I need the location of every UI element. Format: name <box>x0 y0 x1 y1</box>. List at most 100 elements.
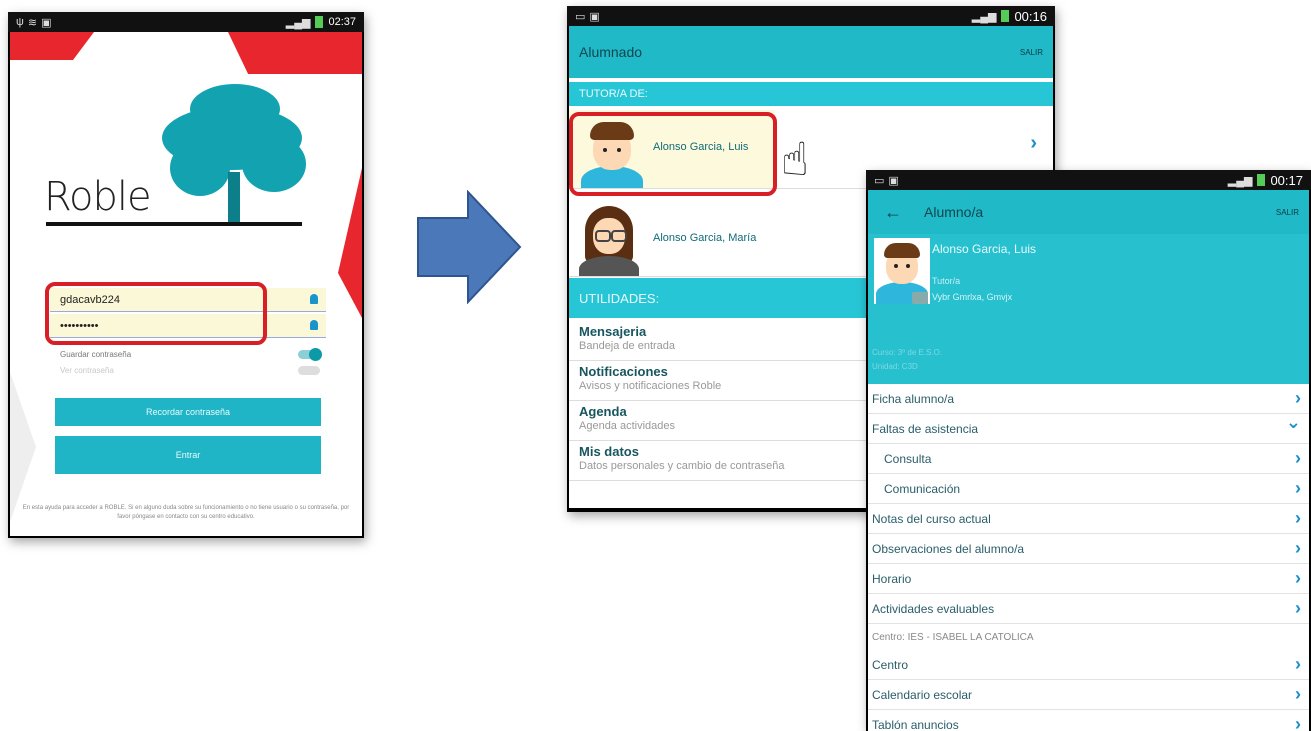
menu-item-centro[interactable]: Centro › <box>868 650 1309 680</box>
red-decor-topright <box>228 32 362 74</box>
utility-title: Agenda <box>579 404 627 419</box>
chevron-right-icon: › <box>1295 684 1301 704</box>
chevron-right-icon: › <box>1030 132 1037 154</box>
chevron-right-icon: › <box>1295 568 1301 588</box>
menu-label: Observaciones del alumno/a <box>872 541 1025 556</box>
menu-item-faltas[interactable]: Faltas de asistencia ⌄ <box>868 412 1309 444</box>
title-underline <box>46 222 302 226</box>
chevron-right-icon: › <box>1295 714 1301 731</box>
menu-item-calendario[interactable]: Calendario escolar › <box>868 680 1309 710</box>
highlight-credentials <box>45 282 267 345</box>
status-bar: ▭ ▣ ▂▄▆ 00:17 <box>866 170 1311 190</box>
signal-icon: ▂▄▆ <box>971 10 997 23</box>
menu-item-horario[interactable]: Horario › <box>868 564 1309 594</box>
menu-label: Notas del curso actual <box>872 511 991 526</box>
menu-item-consulta[interactable]: Consulta › <box>868 444 1309 474</box>
camera-icon[interactable] <box>912 292 928 304</box>
menu-label: Ficha alumno/a <box>872 391 955 406</box>
login-screen: Roble gdacavb224 •••••••••• Guardar cont… <box>10 32 362 536</box>
student-name: Alonso Garcia, Luis <box>932 242 1037 256</box>
menu-item-observaciones[interactable]: Observaciones del alumno/a › <box>868 534 1309 564</box>
battery-icon <box>1257 174 1266 186</box>
arrow-right-icon <box>417 190 522 304</box>
login-button[interactable]: Entrar <box>55 436 321 474</box>
menu-item-comunicacion[interactable]: Comunicación › <box>868 474 1309 504</box>
tutor-label: Tutor/a <box>932 276 961 286</box>
grey-decor-left <box>10 372 36 522</box>
tutor-section-header: TUTOR/A DE: <box>569 82 1053 106</box>
tap-hand-icon: ☝ <box>781 133 810 185</box>
tutor-name: Vybr Gmrlxa, Gmvjx <box>932 292 1013 302</box>
status-time: 00:17 <box>1270 172 1303 188</box>
chevron-right-icon: › <box>1295 448 1301 468</box>
chevron-right-icon: › <box>1295 654 1301 674</box>
show-password-toggle[interactable] <box>298 366 320 375</box>
utility-title: Mis datos <box>579 444 639 459</box>
recover-password-button[interactable]: Recordar contraseña <box>55 398 321 426</box>
menu-label: Consulta <box>884 451 932 466</box>
utility-subtitle: Datos personales y cambio de contraseña <box>579 460 785 472</box>
notification-icon: ▭ <box>575 10 586 23</box>
menu-label: Centro <box>872 657 909 672</box>
menu-label: Comunicación <box>884 481 961 496</box>
status-bar: ▭ ▣ ▂▄▆ 00:16 <box>567 6 1055 26</box>
student-name: Alonso Garcia, María <box>653 232 757 244</box>
avatar-girl <box>577 202 641 276</box>
alumno-phone: ▭ ▣ ▂▄▆ 00:17 ← Alumno/a SALIR Alonso Garc… <box>866 170 1311 731</box>
utility-title: Notificaciones <box>579 364 668 379</box>
logout-button[interactable]: SALIR <box>1020 48 1053 57</box>
status-time: 02:37 <box>328 16 356 28</box>
menu-label: Tablón anuncios <box>872 717 959 731</box>
image-icon: ▭ <box>874 174 885 187</box>
wifi-icon: ≋ <box>27 16 38 29</box>
centro-info: Centro: IES - ISABEL LA CATOLICA <box>872 632 1034 643</box>
chevron-right-icon: › <box>1295 508 1301 528</box>
usb-icon: ψ <box>16 15 24 28</box>
help-footer: En esta ayuda para acceder a ROBLE. Si e… <box>22 505 350 520</box>
show-password-label: Ver contraseña <box>60 366 114 375</box>
course-info: Curso: 3º de E.S.O. <box>872 348 943 357</box>
utility-title: Mensajeria <box>579 324 647 339</box>
red-decor-topleft <box>10 32 94 60</box>
chevron-right-icon: › <box>1295 538 1301 558</box>
utility-subtitle: Avisos y notificaciones Roble <box>579 380 722 392</box>
menu-label: Calendario escolar <box>872 687 973 702</box>
save-password-label: Guardar contraseña <box>60 350 132 359</box>
student-avatar <box>874 238 930 304</box>
app-title: Roble <box>44 174 152 220</box>
chevron-right-icon: › <box>1295 478 1301 498</box>
login-phone: ψ ≋ ▣ ▂▄▆ 02:37 Roble gdacavb224 ••••••••••… <box>8 12 364 538</box>
chevron-right-icon: › <box>1295 388 1301 408</box>
page-title: Alumno/a <box>924 204 984 220</box>
highlight-selected-student <box>569 112 777 196</box>
student-header: Alonso Garcia, Luis Tutor/a Vybr Gmrlxa,… <box>868 234 1309 384</box>
battery-icon <box>1001 10 1010 22</box>
app-bar: Alumnado SALIR <box>569 26 1053 78</box>
image-icon: ▣ <box>41 16 52 29</box>
menu-label: Horario <box>872 571 912 586</box>
status-bar: ψ ≋ ▣ ▂▄▆ 02:37 <box>8 12 364 32</box>
image-icon: ▣ <box>589 10 600 23</box>
utility-subtitle: Agenda actividades <box>579 420 676 432</box>
notification-icon: ▣ <box>888 174 899 187</box>
chevron-down-icon: ⌄ <box>1285 412 1301 432</box>
menu-item-actividades[interactable]: Actividades evaluables › <box>868 594 1309 624</box>
page-title: Alumnado <box>579 44 643 60</box>
unit-info: Unidad: C3D <box>872 362 918 371</box>
status-time: 00:16 <box>1014 8 1047 24</box>
menu-item-notas[interactable]: Notas del curso actual › <box>868 504 1309 534</box>
app-bar: ← Alumno/a SALIR <box>868 190 1309 234</box>
alumno-screen: ← Alumno/a SALIR Alonso Garcia, Luis Tut… <box>868 190 1309 731</box>
menu-item-ficha[interactable]: Ficha alumno/a › <box>868 384 1309 414</box>
logout-button[interactable]: SALIR <box>1276 208 1309 217</box>
menu-item-tablon[interactable]: Tablón anuncios › <box>868 710 1309 731</box>
back-arrow-icon[interactable]: ← <box>884 202 902 223</box>
signal-icon: ▂▄▆ <box>285 16 311 29</box>
utility-subtitle: Bandeja de entrada <box>579 340 676 352</box>
menu-label: Faltas de asistencia <box>872 421 979 436</box>
battery-icon <box>315 16 324 28</box>
lock-icon <box>310 320 318 330</box>
signal-icon: ▂▄▆ <box>1227 174 1253 187</box>
save-password-toggle[interactable] <box>298 348 322 361</box>
user-icon <box>310 294 318 304</box>
